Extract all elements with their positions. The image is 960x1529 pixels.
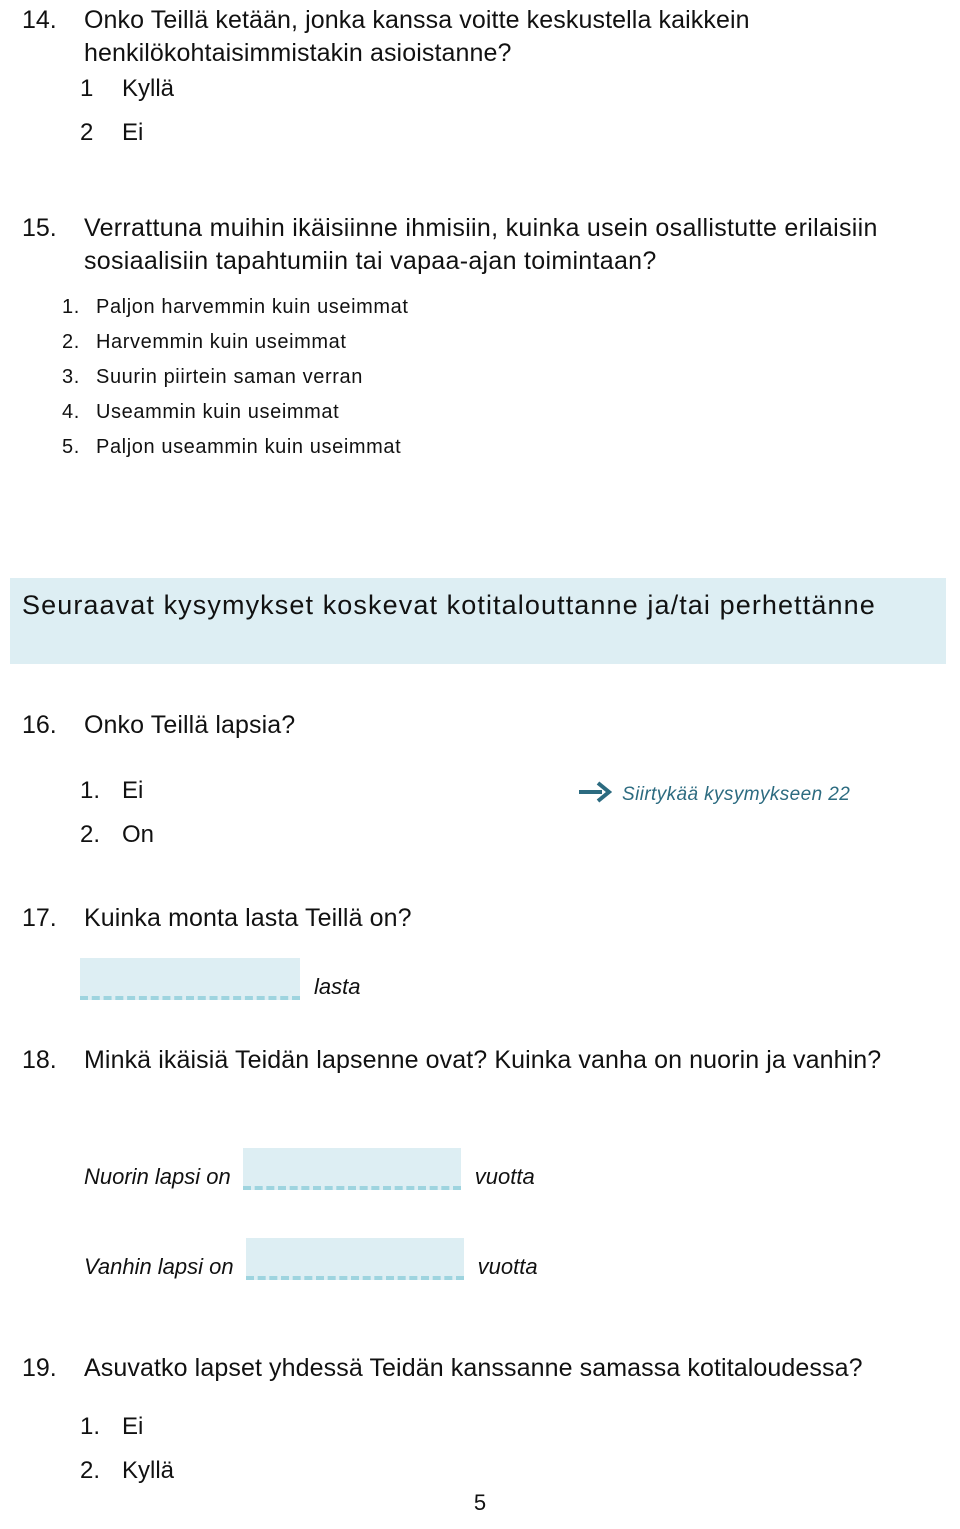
option-14-2-label: Ei xyxy=(122,119,144,146)
option-19-2-number: 2. xyxy=(80,1457,101,1484)
question-15: 15. Verrattuna muihin ikäisiinne ihmisii… xyxy=(22,212,922,278)
option-16-2-number: 2. xyxy=(80,821,101,848)
question-18-text: Minkä ikäisiä Teidän lapsenne ovat? Kuin… xyxy=(84,1046,882,1074)
option-15-3[interactable]: 3. Suurin piirtein saman verran xyxy=(62,366,409,401)
option-14-1-number: 1 xyxy=(80,75,94,102)
question-16-options: 1. Ei 2. On xyxy=(80,777,154,865)
option-16-1[interactable]: 1. Ei xyxy=(80,777,154,821)
option-14-1[interactable]: 1 Kyllä xyxy=(80,75,174,119)
youngest-child-unit: vuotta xyxy=(474,1164,535,1189)
question-16-skip-note: Siirtykää kysymykseen 22 xyxy=(578,780,850,809)
question-16-skip-text: Siirtykää kysymykseen 22 xyxy=(622,783,851,805)
option-19-2-label: Kyllä xyxy=(122,1457,175,1484)
option-15-1-number: 1. xyxy=(62,296,80,318)
page-number: 5 xyxy=(473,1490,487,1515)
option-14-1-label: Kyllä xyxy=(122,75,175,102)
option-15-4-label: Useammin kuin useimmat xyxy=(96,401,340,423)
question-15-options: 1. Paljon harvemmin kuin useimmat 2. Har… xyxy=(62,296,409,471)
option-16-1-label: Ei xyxy=(122,777,144,804)
option-15-5-number: 5. xyxy=(62,436,80,458)
question-18-oldest-row: Vanhin lapsi on vuotta xyxy=(84,1238,538,1280)
children-count-field[interactable] xyxy=(80,958,300,1000)
option-15-3-number: 3. xyxy=(62,366,80,388)
question-15-number: 15. xyxy=(22,214,57,242)
option-16-1-number: 1. xyxy=(80,777,101,804)
option-15-4-number: 4. xyxy=(62,401,80,423)
section-banner: Seuraavat kysymykset koskevat kotitalout… xyxy=(10,578,946,664)
question-14-text: Onko Teillä ketään, jonka kanssa voitte … xyxy=(84,6,750,67)
question-17-answer-row: lasta xyxy=(80,958,360,1000)
option-15-4[interactable]: 4. Useammin kuin useimmat xyxy=(62,401,409,436)
oldest-child-label: Vanhin lapsi on xyxy=(84,1254,234,1279)
option-15-5[interactable]: 5. Paljon useammin kuin useimmat xyxy=(62,436,409,471)
question-17: 17. Kuinka monta lasta Teillä on? xyxy=(22,902,922,935)
option-16-2[interactable]: 2. On xyxy=(80,821,154,865)
oldest-child-unit: vuotta xyxy=(477,1254,538,1279)
option-14-2-number: 2 xyxy=(80,119,94,146)
question-15-text: Verrattuna muihin ikäisiinne ihmisiin, k… xyxy=(84,214,878,275)
question-14: 14. Onko Teillä ketään, jonka kanssa voi… xyxy=(22,4,934,70)
question-18: 18. Minkä ikäisiä Teidän lapsenne ovat? … xyxy=(22,1044,902,1077)
question-16-number: 16. xyxy=(22,711,57,739)
section-banner-text: Seuraavat kysymykset koskevat kotitalout… xyxy=(22,590,876,620)
option-16-2-label: On xyxy=(122,821,155,848)
option-15-3-label: Suurin piirtein saman verran xyxy=(96,366,363,388)
question-18-number: 18. xyxy=(22,1046,57,1074)
oldest-child-age-field[interactable] xyxy=(245,1238,464,1280)
option-15-5-label: Paljon useammin kuin useimmat xyxy=(96,436,402,458)
question-17-number: 17. xyxy=(22,904,57,932)
question-19-options: 1. Ei 2. Kyllä xyxy=(80,1413,174,1501)
questionnaire-page: 14. Onko Teillä ketään, jonka kanssa voi… xyxy=(0,0,960,1529)
option-15-2[interactable]: 2. Harvemmin kuin useimmat xyxy=(62,331,409,366)
option-19-1[interactable]: 1. Ei xyxy=(80,1413,174,1457)
question-14-number: 14. xyxy=(22,6,57,34)
option-14-2[interactable]: 2 Ei xyxy=(80,119,174,163)
option-19-1-label: Ei xyxy=(122,1413,144,1440)
question-16: 16. Onko Teillä lapsia? xyxy=(22,709,922,742)
question-19-number: 19. xyxy=(22,1354,57,1382)
arrow-right-icon xyxy=(578,780,613,809)
youngest-child-label: Nuorin lapsi on xyxy=(84,1164,231,1189)
children-count-unit: lasta xyxy=(314,974,361,999)
option-15-1[interactable]: 1. Paljon harvemmin kuin useimmat xyxy=(62,296,409,331)
question-19: 19. Asuvatko lapset yhdessä Teidän kanss… xyxy=(22,1352,932,1385)
question-17-text: Kuinka monta lasta Teillä on? xyxy=(84,904,412,932)
option-15-2-number: 2. xyxy=(62,331,80,353)
question-18-youngest-row: Nuorin lapsi on vuotta xyxy=(84,1148,535,1190)
option-15-1-label: Paljon harvemmin kuin useimmat xyxy=(96,296,409,318)
question-16-text: Onko Teillä lapsia? xyxy=(84,711,296,739)
option-15-2-label: Harvemmin kuin useimmat xyxy=(96,331,347,353)
youngest-child-age-field[interactable] xyxy=(242,1148,461,1190)
question-14-options: 1 Kyllä 2 Ei xyxy=(80,75,174,163)
option-19-1-number: 1. xyxy=(80,1413,101,1440)
question-19-text: Asuvatko lapset yhdessä Teidän kanssanne… xyxy=(84,1354,863,1382)
